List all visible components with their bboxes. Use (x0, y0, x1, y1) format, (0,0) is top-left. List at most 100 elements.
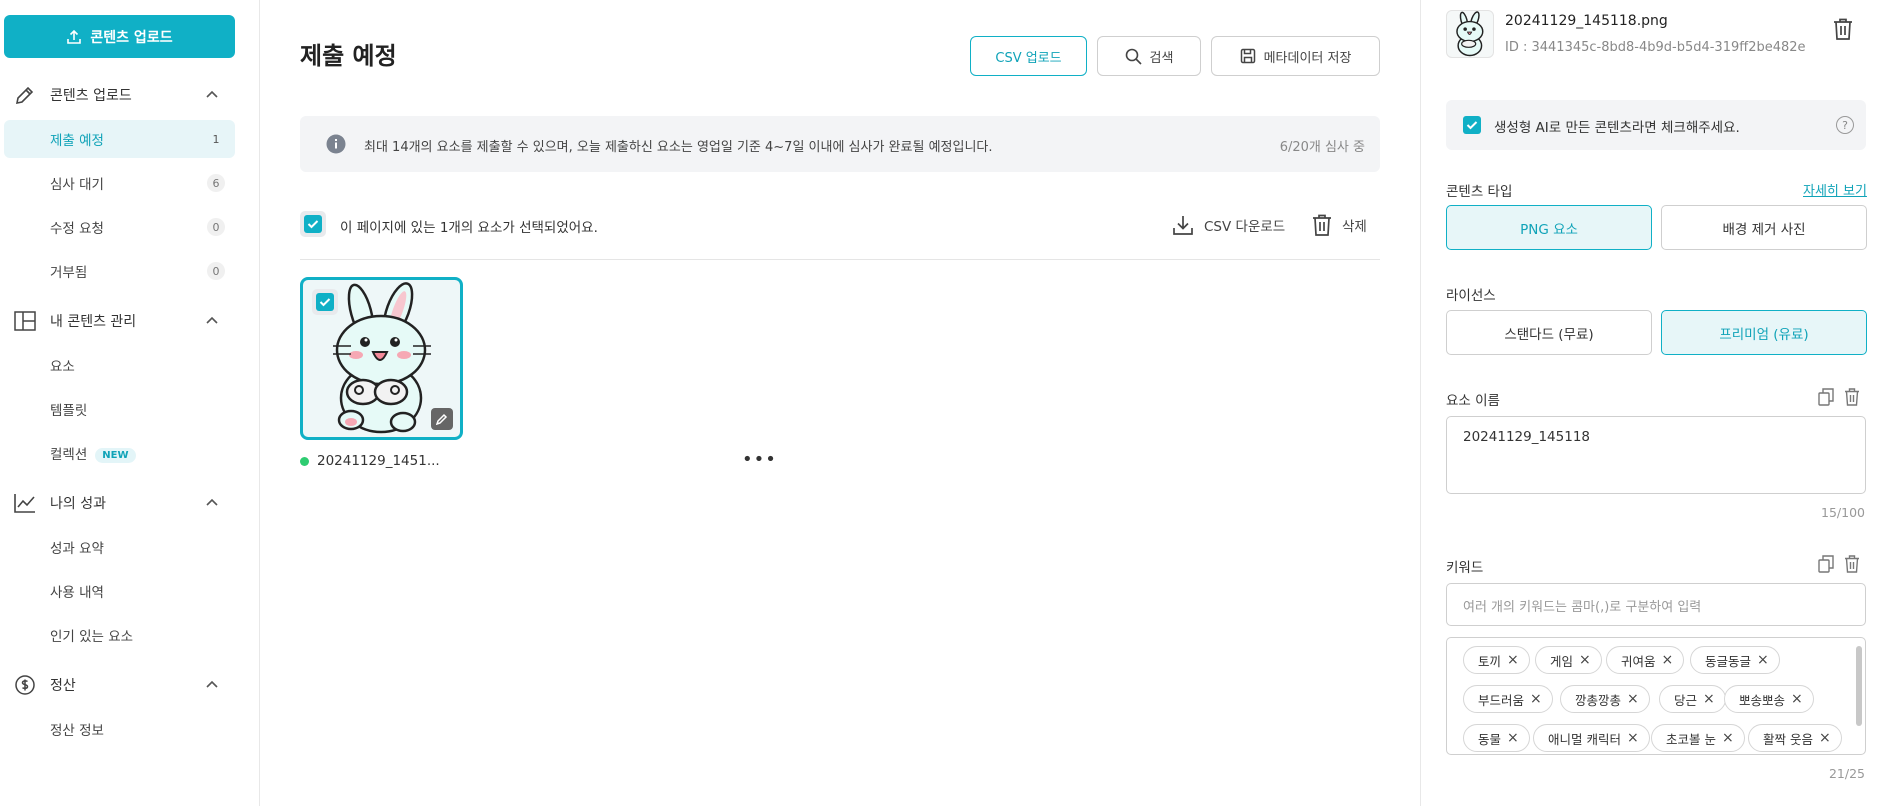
remove-tag-icon[interactable]: × (1530, 691, 1542, 707)
trash-icon[interactable] (1844, 555, 1860, 573)
remove-tag-icon[interactable]: × (1627, 691, 1639, 707)
keyword-counter: 21/25 (1828, 766, 1865, 781)
ai-generated-checkbox-row: 생성형 AI로 만든 콘텐츠라면 체크해주세요. ? (1446, 100, 1866, 150)
pencil-icon (15, 86, 34, 105)
nav-item-submit-pending[interactable]: 제출 예정 1 (4, 120, 235, 158)
section-my-performance[interactable]: 나의 성과 (0, 488, 240, 518)
content-upload-label: 콘텐츠 업로드 (90, 29, 173, 46)
nav-item-performance-summary[interactable]: 성과 요약 (4, 528, 235, 566)
keyword-tag: 활짝 웃음 × (1748, 724, 1842, 752)
save-metadata-button[interactable]: 메타데이터 저장 (1211, 36, 1380, 76)
nav-count: 0 (207, 218, 225, 236)
nav-label: 인기 있는 요소 (50, 629, 134, 645)
nav-item-review-waiting[interactable]: 심사 대기 6 (4, 164, 235, 202)
chevron-up-icon[interactable] (205, 679, 219, 689)
save-metadata-label: 메타데이터 저장 (1263, 50, 1352, 66)
element-thumbnail[interactable] (300, 277, 463, 440)
remove-tag-icon[interactable]: × (1662, 652, 1674, 668)
search-button[interactable]: 검색 (1097, 36, 1201, 76)
save-icon (1240, 48, 1255, 64)
keyword-tag: 뽀송뽀송 × (1724, 685, 1814, 713)
divider (300, 259, 1380, 260)
element-name-value: 20241129_145118 (1463, 429, 1590, 445)
checkbox-checked (316, 293, 334, 311)
download-icon (1173, 216, 1193, 235)
section-settlement[interactable]: 정산 (0, 670, 240, 700)
chevron-up-icon[interactable] (205, 89, 219, 99)
dollar-circle-icon (15, 675, 35, 695)
nav-item-settlement-info[interactable]: 정산 정보 (4, 710, 235, 748)
edit-button[interactable] (431, 408, 453, 430)
review-status: 6/20개 심사 중 (1279, 140, 1365, 155)
delete-label: 삭제 (1342, 219, 1367, 235)
trash-icon[interactable] (1844, 388, 1860, 406)
remove-tag-icon[interactable]: × (1507, 730, 1519, 746)
nav-item-usage-history[interactable]: 사용 내역 (4, 572, 235, 610)
tag-label: 당근 (1674, 692, 1698, 708)
option-label: 프리미엄 (유료) (1719, 326, 1809, 343)
selection-bar: 이 페이지에 있는 1개의 요소가 선택되었어요. CSV 다운로드 삭제 (300, 211, 1380, 251)
keyword-tag: 동글동글 × (1690, 646, 1780, 674)
delete-button[interactable]: 삭제 (1312, 214, 1367, 236)
help-icon[interactable]: ? (1836, 116, 1854, 134)
csv-upload-button[interactable]: CSV 업로드 (970, 36, 1087, 76)
remove-tag-icon[interactable]: × (1791, 691, 1803, 707)
remove-tag-icon[interactable]: × (1722, 730, 1734, 746)
item-checkbox[interactable] (312, 289, 338, 315)
nav-item-rejected[interactable]: 거부됨 0 (4, 252, 235, 290)
trash-icon (1313, 214, 1331, 236)
license-standard[interactable]: 스탠다드 (무료) (1446, 310, 1652, 355)
trash-icon[interactable] (1833, 18, 1853, 40)
more-options-icon[interactable]: ••• (742, 451, 777, 469)
section-label: 정산 (50, 678, 76, 694)
tag-label: 뽀송뽀송 (1739, 692, 1786, 708)
sidebar: 콘텐츠 업로드 콘텐츠 업로드 제출 예정 1 심사 대기 6 수정 요청 0 … (0, 0, 260, 806)
detail-link[interactable]: 자세히 보기 (1803, 180, 1867, 199)
content-upload-button[interactable]: 콘텐츠 업로드 (4, 15, 235, 58)
remove-tag-icon[interactable]: × (1703, 691, 1715, 707)
content-type-bg-removed[interactable]: 배경 제거 사진 (1661, 205, 1867, 250)
nav-item-collections[interactable]: 컬렉션 NEW (4, 434, 235, 472)
nav-label: 제출 예정 (50, 133, 104, 149)
upload-icon (67, 29, 82, 44)
nav-item-revision-request[interactable]: 수정 요청 0 (4, 208, 235, 246)
copy-icon[interactable] (1818, 555, 1834, 573)
nav-item-popular-elements[interactable]: 인기 있는 요소 (4, 616, 235, 654)
remove-tag-icon[interactable]: × (1757, 652, 1769, 668)
scrollbar[interactable] (1856, 646, 1862, 726)
chevron-up-icon[interactable] (205, 315, 219, 325)
keyword-tag: 귀여움 × (1606, 646, 1685, 674)
csv-download-button[interactable]: CSV 다운로드 (1172, 214, 1285, 236)
check-icon (1466, 121, 1478, 130)
remove-tag-icon[interactable]: × (1627, 730, 1639, 746)
remove-tag-icon[interactable]: × (1507, 652, 1519, 668)
copy-icon[interactable] (1818, 388, 1834, 406)
element-name-label: 요소 이름 (1446, 393, 1500, 409)
keyword-input[interactable]: 여러 개의 키워드는 콤마(,)로 구분하여 입력 (1446, 583, 1866, 626)
bunny-gamer-image (1456, 11, 1484, 57)
check-icon (319, 298, 331, 307)
chevron-up-icon[interactable] (205, 497, 219, 507)
ai-generated-checkbox[interactable] (1463, 116, 1481, 134)
tag-label: 활짝 웃음 (1763, 731, 1813, 747)
option-label: PNG 요소 (1520, 221, 1578, 238)
new-badge: NEW (95, 447, 136, 463)
keyword-tag: 동물 × (1463, 724, 1530, 752)
csv-upload-label: CSV 업로드 (995, 50, 1062, 66)
content-type-png[interactable]: PNG 요소 (1446, 205, 1652, 250)
keyword-tag: 토끼 × (1463, 646, 1530, 674)
detail-panel: 20241129_145118.png ID : 3441345c-8bd8-4… (1420, 0, 1881, 806)
keyword-tag: 애니멀 캐릭터 × (1533, 724, 1650, 752)
nav-item-templates[interactable]: 템플릿 (4, 390, 235, 428)
nav-item-elements[interactable]: 요소 (4, 346, 235, 384)
info-banner: 최대 14개의 요소를 제출할 수 있으며, 오늘 제출하신 요소는 영업일 기… (300, 116, 1380, 172)
nav-label: 심사 대기 (50, 177, 104, 193)
section-my-content[interactable]: 내 콘텐츠 관리 (0, 306, 240, 336)
select-all-checkbox[interactable] (300, 211, 326, 237)
section-content-upload[interactable]: 콘텐츠 업로드 (0, 80, 240, 110)
remove-tag-icon[interactable]: × (1579, 652, 1591, 668)
option-label: 스탠다드 (무료) (1504, 326, 1594, 343)
remove-tag-icon[interactable]: × (1819, 730, 1831, 746)
element-name-input[interactable]: 20241129_145118 (1446, 416, 1866, 494)
license-premium[interactable]: 프리미엄 (유료) (1661, 310, 1867, 355)
